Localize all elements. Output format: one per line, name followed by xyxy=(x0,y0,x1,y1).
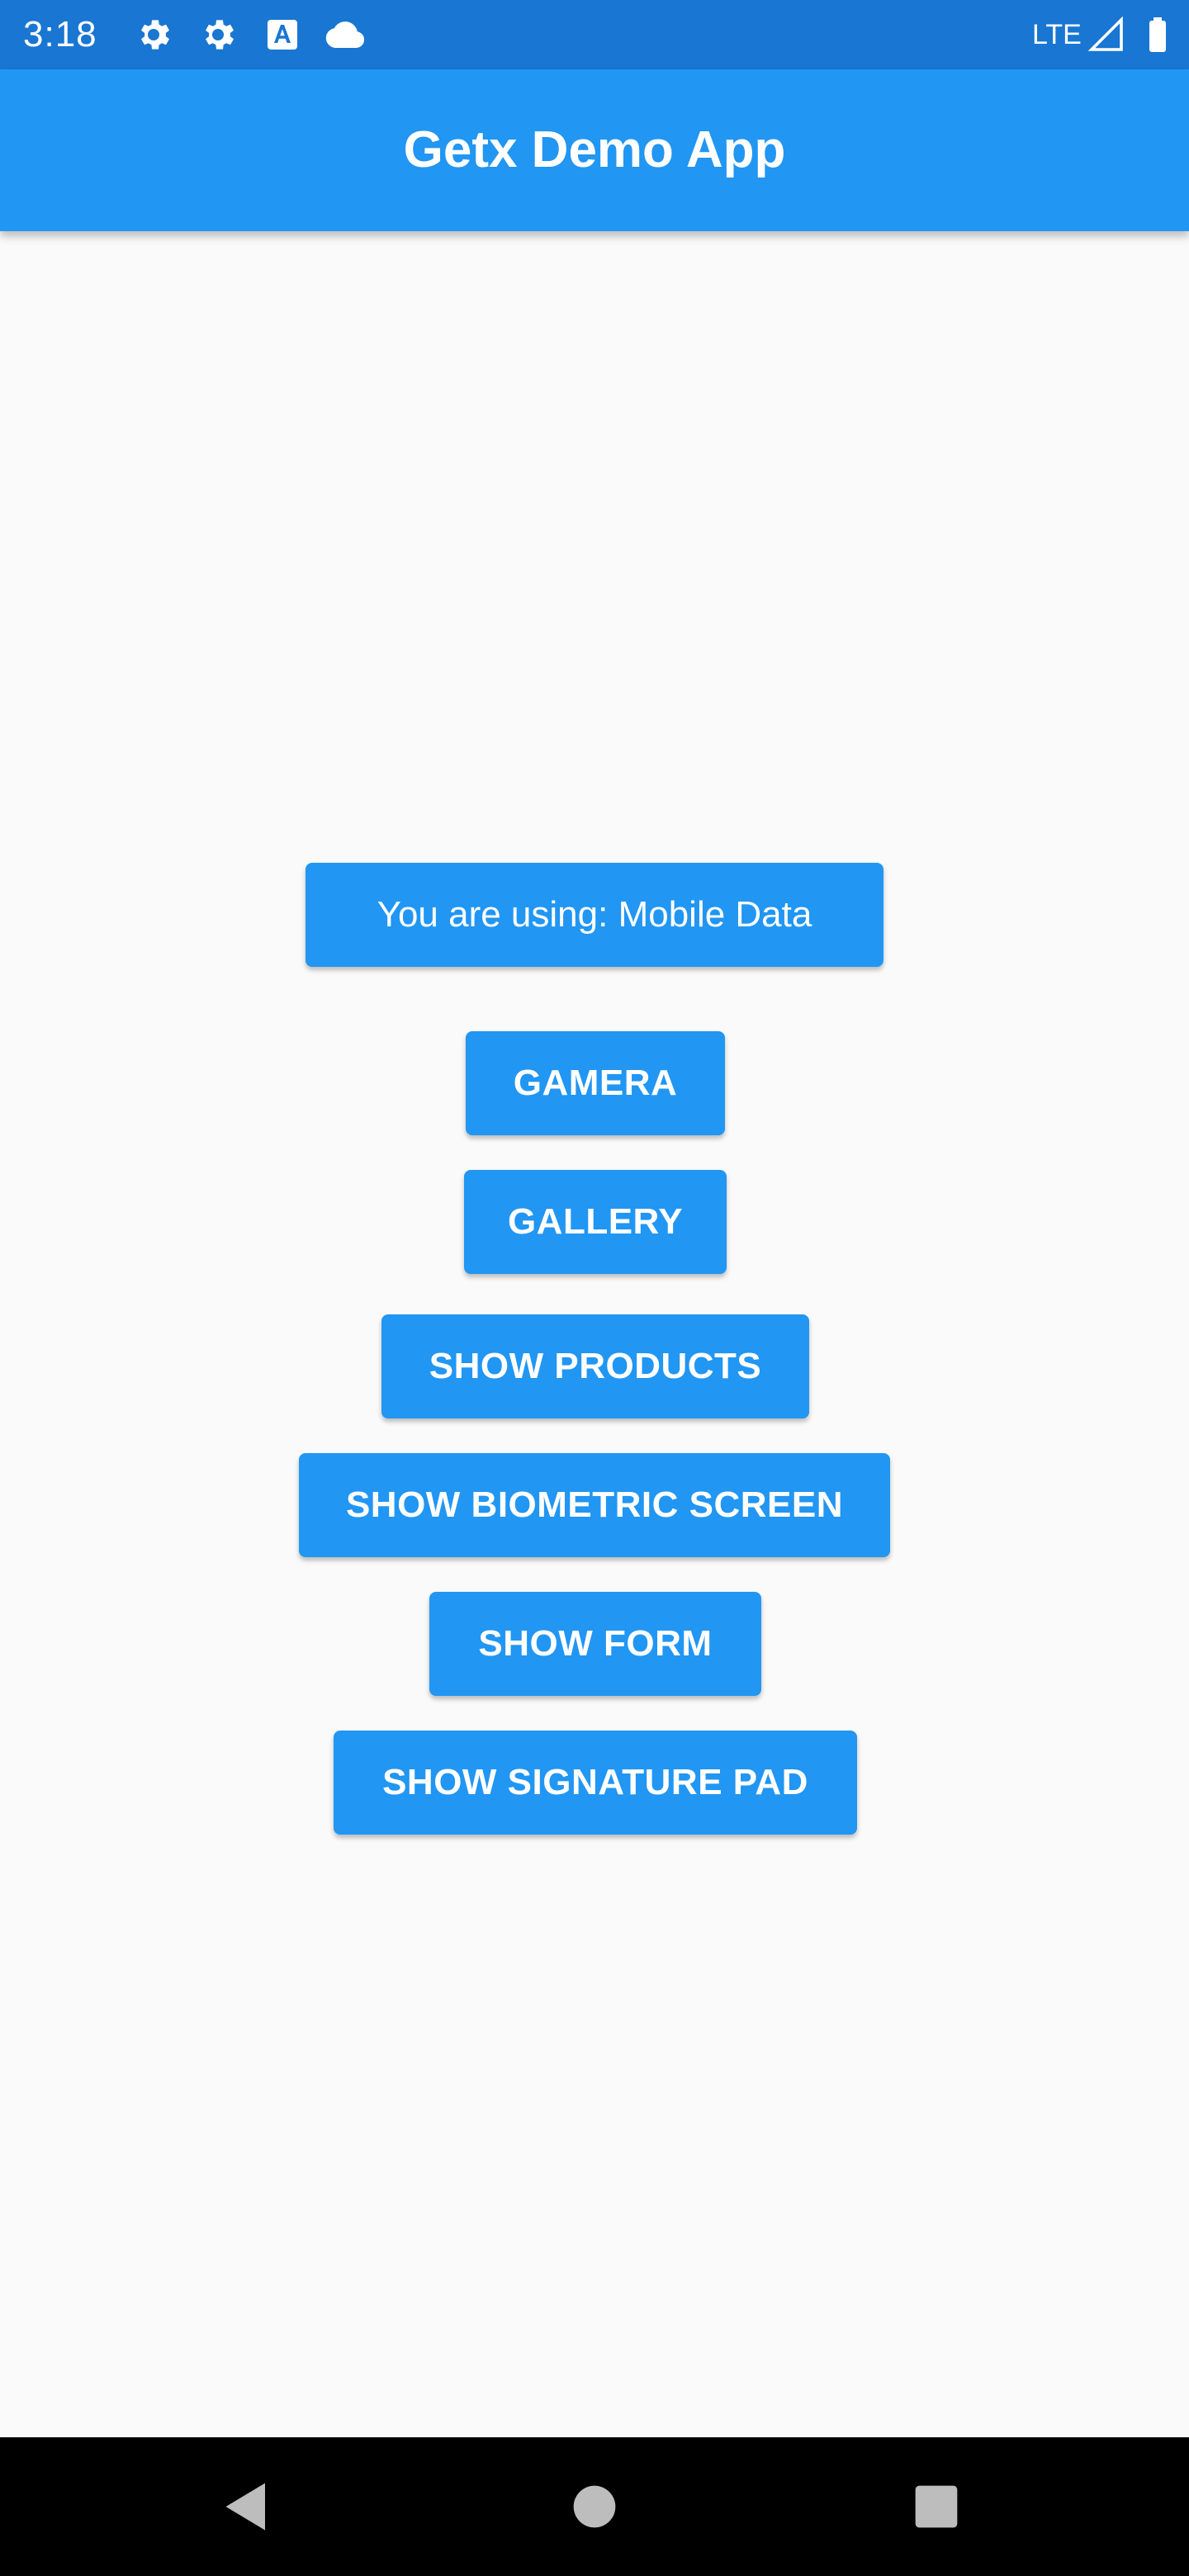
show-products-button[interactable]: SHOW PRODUCTS xyxy=(381,1314,809,1418)
app-title: Getx Demo App xyxy=(403,121,786,178)
status-bar: 3:18 LTE xyxy=(0,0,1189,69)
connection-status-button[interactable]: You are using: Mobile Data xyxy=(306,863,883,967)
network-type: LTE xyxy=(1032,19,1082,50)
battery-icon xyxy=(1149,17,1166,52)
gear-icon xyxy=(206,20,234,50)
recents-icon[interactable] xyxy=(905,2475,968,2538)
show-biometric-screen-button[interactable]: SHOW BIOMETRIC SCREEN xyxy=(299,1453,890,1557)
text-a-icon xyxy=(268,20,297,50)
cloud-icon xyxy=(325,21,365,48)
gallery-button[interactable]: GALLERY xyxy=(464,1170,727,1274)
status-time: 3:18 xyxy=(23,14,97,54)
app-bar: Getx Demo App xyxy=(0,69,1189,231)
home-icon[interactable] xyxy=(563,2475,626,2538)
show-signature-pad-button[interactable]: SHOW SIGNATURE PAD xyxy=(334,1731,857,1835)
navigation-bar xyxy=(0,2437,1189,2576)
signal-icon xyxy=(1087,16,1123,51)
gear-icon xyxy=(141,20,169,50)
back-icon[interactable] xyxy=(218,2475,281,2538)
camera-button[interactable]: GAMERA xyxy=(466,1031,725,1135)
show-form-button[interactable]: SHOW FORM xyxy=(429,1592,761,1696)
